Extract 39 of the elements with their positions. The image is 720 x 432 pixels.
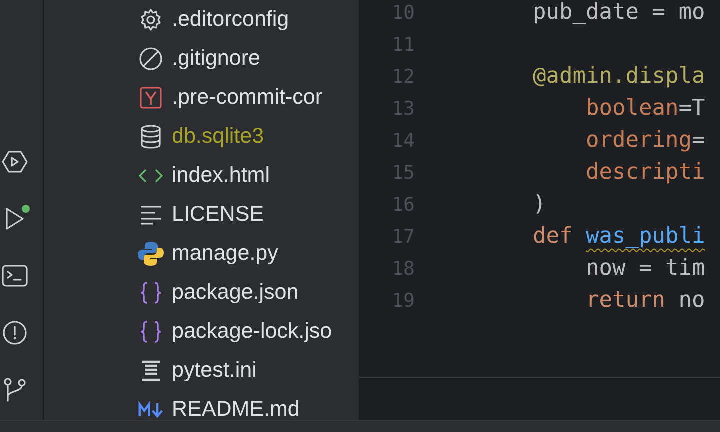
code-line: ) — [533, 192, 546, 217]
services-icon — [2, 150, 28, 174]
code-line: def was_publi — [533, 224, 706, 249]
curly-braces-icon — [139, 320, 163, 344]
file-name[interactable]: package.json — [172, 280, 299, 305]
terminal-icon — [2, 265, 28, 287]
file-name[interactable]: index.html — [172, 163, 270, 188]
text-lines-icon — [140, 204, 162, 224]
yaml-icon — [140, 86, 162, 108]
code-line: boolean=T — [584, 96, 706, 121]
settings-file-icon — [141, 360, 161, 382]
code-line: ordering= — [584, 128, 706, 153]
git-branch-icon — [2, 377, 26, 403]
gear-icon — [139, 8, 163, 32]
markdown-icon — [138, 400, 164, 418]
file-name[interactable]: .editorconfig — [172, 7, 290, 32]
code-line: now = tim — [584, 256, 706, 281]
code-line: descripti — [584, 160, 706, 185]
code-line: pub_date = mo — [533, 0, 706, 25]
curly-braces-icon — [139, 280, 163, 304]
file-name[interactable]: README.md — [172, 397, 300, 420]
code-line: @admin.displa — [533, 64, 706, 89]
file-name[interactable]: db.sqlite3 — [172, 124, 264, 149]
problems-button[interactable] — [0, 320, 28, 346]
file-name[interactable]: .gitignore — [172, 46, 260, 71]
file-name[interactable]: package-lock.jso — [172, 319, 332, 344]
database-icon — [140, 124, 162, 148]
file-name[interactable]: .pre-commit-cor — [172, 85, 323, 110]
code-brackets-icon — [138, 168, 164, 184]
run-icon — [4, 207, 26, 231]
warning-icon — [2, 320, 28, 346]
prohibited-icon — [139, 46, 163, 70]
python-icon — [138, 240, 164, 266]
services-button[interactable] — [0, 149, 28, 175]
terminal-button[interactable] — [0, 263, 28, 289]
file-name[interactable]: LICENSE — [172, 202, 264, 227]
code-line: return no — [584, 288, 706, 313]
file-name[interactable]: manage.py — [172, 241, 278, 266]
file-name[interactable]: pytest.ini — [172, 358, 257, 383]
